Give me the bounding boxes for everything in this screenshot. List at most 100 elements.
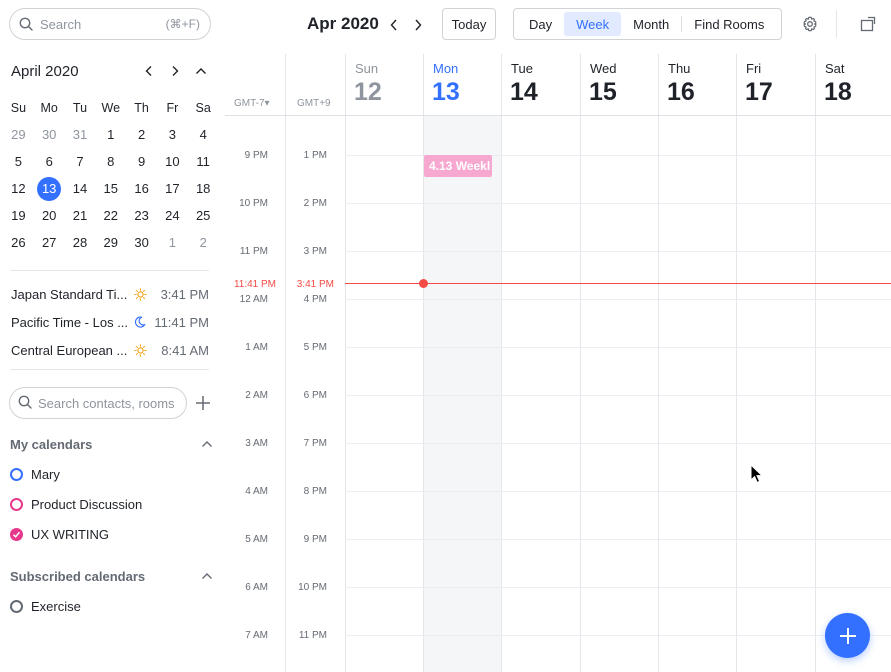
next-month-button[interactable] <box>162 60 188 82</box>
hour-divider <box>345 299 891 300</box>
moon-icon <box>129 316 151 328</box>
mini-calendar-day[interactable]: 2 <box>188 230 219 256</box>
open-window-button[interactable] <box>857 13 879 35</box>
mini-calendar-day[interactable]: 30 <box>126 230 157 256</box>
day-number: 22 <box>103 208 119 223</box>
calendar-event[interactable]: 4.13 Weekl <box>424 155 492 177</box>
prev-month-button[interactable] <box>136 60 162 82</box>
mini-calendar-day[interactable]: 18 <box>188 176 219 202</box>
weekday-label: Mo <box>40 101 58 115</box>
day-header[interactable]: Wed 15 <box>580 54 658 114</box>
mini-calendar-day[interactable]: 7 <box>65 149 96 175</box>
mini-calendar-day[interactable]: 25 <box>188 203 219 229</box>
mini-calendar-day[interactable]: 29 <box>3 122 34 148</box>
day-name: Sun <box>355 61 379 76</box>
day-name: Tue <box>511 61 533 76</box>
day-header[interactable]: Tue 14 <box>501 54 580 114</box>
mini-calendar-day[interactable]: 19 <box>3 203 34 229</box>
contact-search-input[interactable]: Search contacts, rooms <box>9 387 187 419</box>
prev-week-button[interactable] <box>383 14 405 36</box>
mini-calendar-day[interactable]: 28 <box>65 230 96 256</box>
mini-calendar-day[interactable]: 24 <box>157 203 188 229</box>
mini-calendar-day[interactable]: 22 <box>95 203 126 229</box>
mini-calendar-day[interactable]: 23 <box>126 203 157 229</box>
day-number: 12 <box>11 181 26 196</box>
day-number: 28 <box>72 235 88 250</box>
search-input[interactable]: Search (⌘+F) <box>9 8 211 40</box>
day-number: 7 <box>76 154 84 169</box>
checked-circle-icon[interactable] <box>10 527 23 541</box>
mini-calendar-day[interactable]: 2 <box>126 122 157 148</box>
day-number: 4 <box>199 127 207 142</box>
calendar-item[interactable]: UX WRITING <box>10 523 109 545</box>
view-day-button[interactable]: Day <box>517 12 564 36</box>
mini-calendar-day[interactable]: 9 <box>126 149 157 175</box>
day-number: 1 <box>168 235 176 250</box>
mini-calendar-day-selected[interactable]: 13 <box>34 176 65 202</box>
mini-calendar-day[interactable]: 4 <box>188 122 219 148</box>
circle-icon[interactable] <box>10 467 23 481</box>
day-number: 13 <box>37 176 62 201</box>
day-number: 3 <box>168 127 176 142</box>
day-number: 17 <box>165 181 180 196</box>
create-event-button[interactable] <box>825 613 870 658</box>
mini-calendar-day[interactable]: 31 <box>65 122 96 148</box>
view-week-button[interactable]: Week <box>564 12 622 36</box>
add-contact-button[interactable] <box>193 393 213 413</box>
mini-calendar-day[interactable]: 10 <box>157 149 188 175</box>
day-header[interactable]: Mon 13 <box>423 54 501 114</box>
mini-calendar-day[interactable]: 1 <box>95 122 126 148</box>
day-number: 15 <box>103 181 119 196</box>
hour-label-primary: 12 AM <box>239 294 268 305</box>
collapse-mini-calendar-button[interactable] <box>188 60 214 82</box>
mini-calendar-day[interactable]: 21 <box>65 203 96 229</box>
day-header[interactable]: Sun 12 <box>345 54 423 114</box>
day-number: 6 <box>45 154 53 169</box>
mini-calendar-day[interactable]: 29 <box>95 230 126 256</box>
day-header[interactable]: Fri 17 <box>736 54 815 114</box>
time-zone-item[interactable]: Japan Standard Ti... 3:41 PM <box>11 280 211 308</box>
mini-calendar-day[interactable]: 5 <box>3 149 34 175</box>
mini-calendar-day[interactable]: 11 <box>188 149 219 175</box>
mini-calendar-day[interactable]: 20 <box>34 203 65 229</box>
calendar-item[interactable]: Mary <box>10 463 60 485</box>
mini-calendar-day[interactable]: 3 <box>157 122 188 148</box>
mini-calendar-day[interactable]: 14 <box>65 176 96 202</box>
day-number: 5 <box>14 154 23 169</box>
toolbar: Apr 2020 Today Day Week Month Find Rooms <box>225 0 891 54</box>
mini-calendar-day[interactable]: 15 <box>95 176 126 202</box>
next-week-button[interactable] <box>407 14 429 36</box>
day-header[interactable]: Thu 16 <box>658 54 736 114</box>
time-zone-item[interactable]: Central European ... 8:41 AM <box>11 336 211 364</box>
subscribed-calendars-header[interactable]: Subscribed calendars <box>10 566 213 586</box>
mini-calendar-day[interactable]: 12 <box>3 176 34 202</box>
day-number: 27 <box>41 235 57 250</box>
day-header[interactable]: Sat 18 <box>815 54 891 114</box>
hour-divider <box>345 587 891 588</box>
mini-calendar-day[interactable]: 17 <box>157 176 188 202</box>
mini-calendar-day[interactable]: 30 <box>34 122 65 148</box>
view-month-button[interactable]: Month <box>621 12 681 36</box>
time-zone-item[interactable]: Pacific Time - Los ... 11:41 PM <box>11 308 211 336</box>
today-button[interactable]: Today <box>442 8 496 40</box>
chevron-up-icon <box>196 68 206 74</box>
mini-calendar-grid: Su Mo Tu We Th Fr Sa 29 30 31 1 2 3 4 5 6 7 8 9 10 11 12 13 14 1… <box>3 95 219 256</box>
mini-calendar-day[interactable]: 6 <box>34 149 65 175</box>
mini-calendar-day[interactable]: 27 <box>34 230 65 256</box>
time-zone-list: Japan Standard Ti... 3:41 PM Pacific Time … <box>11 280 211 364</box>
my-calendars-header[interactable]: My calendars <box>10 434 213 454</box>
mini-calendar-day[interactable]: 26 <box>3 230 34 256</box>
view-find-rooms-button[interactable]: Find Rooms <box>682 12 776 36</box>
mini-calendar-day[interactable]: 1 <box>157 230 188 256</box>
circle-icon[interactable] <box>10 497 23 511</box>
current-time-dot <box>419 279 428 288</box>
circle-icon[interactable] <box>10 599 23 613</box>
settings-button[interactable] <box>799 13 821 35</box>
calendar-item[interactable]: Exercise <box>10 595 81 617</box>
primary-timezone-selector[interactable]: GMT-7▾ <box>234 98 270 109</box>
mini-calendar-day[interactable]: 16 <box>126 176 157 202</box>
mini-calendar-day[interactable]: 8 <box>95 149 126 175</box>
calendar-item[interactable]: Product Discussion <box>10 493 142 515</box>
day-number: 16 <box>134 181 149 196</box>
day-number: 14 <box>510 78 538 106</box>
